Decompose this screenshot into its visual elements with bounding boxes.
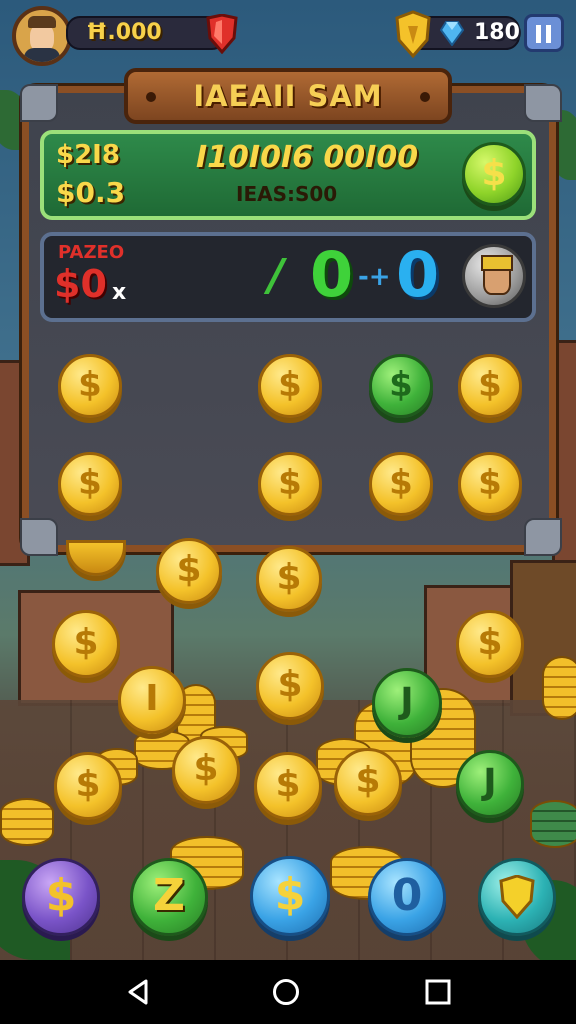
blue-zero-button[interactable]: 0 bbox=[368, 858, 446, 936]
gold-coin[interactable]: $ bbox=[58, 354, 122, 418]
gold-coin[interactable]: $ bbox=[58, 452, 122, 516]
coin-symbol: $ bbox=[278, 463, 302, 503]
coin-balance-pill: Ħ.000 bbox=[66, 16, 226, 50]
bank-big-number: I10I0I6 00I00 bbox=[196, 140, 419, 175]
coin-symbol: $ bbox=[389, 463, 413, 503]
frame-corner bbox=[20, 518, 58, 556]
match-multiplier: x bbox=[112, 280, 127, 305]
green-coin[interactable]: J bbox=[456, 750, 524, 818]
gold-coin[interactable]: $ bbox=[456, 610, 524, 678]
green-coin[interactable]: J bbox=[372, 668, 442, 738]
match-operator: -+ bbox=[358, 262, 391, 292]
match-left-value: 0 bbox=[310, 238, 354, 311]
match-amount: $0 bbox=[54, 262, 107, 306]
coin-symbol: $ bbox=[478, 365, 502, 405]
bank-line-2: $0.3 bbox=[56, 176, 126, 209]
button-label: Z bbox=[153, 870, 185, 921]
purple-dollar-button[interactable]: $ bbox=[22, 858, 100, 936]
gold-coin[interactable]: $ bbox=[258, 452, 322, 516]
coin-symbol: $ bbox=[276, 557, 302, 598]
coin-symbol: $ bbox=[477, 622, 503, 663]
coin-symbol: $ bbox=[78, 463, 102, 503]
match-label: PAZEO bbox=[58, 242, 125, 263]
board-title: IAEAII SAM bbox=[193, 79, 383, 113]
green-z-button[interactable]: Z bbox=[130, 858, 208, 936]
coin-symbol: I bbox=[145, 678, 159, 719]
opponent-hair bbox=[481, 255, 513, 271]
coin-symbol: $ bbox=[73, 622, 99, 663]
back-icon[interactable] bbox=[124, 978, 152, 1006]
button-label: $ bbox=[274, 869, 306, 920]
opponent-avatar-icon[interactable] bbox=[462, 244, 526, 308]
blue-dollar-button[interactable]: $ bbox=[250, 856, 330, 936]
coin-stack bbox=[530, 800, 576, 848]
coin-symbol: $ bbox=[478, 463, 502, 503]
gold-coin[interactable]: $ bbox=[156, 538, 222, 604]
coin-symbol: J bbox=[400, 681, 414, 722]
gold-coin[interactable]: $ bbox=[52, 610, 120, 678]
pause-icon bbox=[536, 25, 552, 43]
match-slash: / bbox=[268, 250, 285, 301]
coin-symbol: $ bbox=[176, 549, 202, 590]
gold-coin[interactable]: $ bbox=[54, 752, 122, 820]
gold-coin[interactable]: I bbox=[118, 666, 186, 734]
rivet bbox=[146, 92, 156, 102]
coin-symbol: $ bbox=[389, 365, 413, 405]
shield-icon bbox=[499, 874, 535, 920]
bank-line-1: $2I8 bbox=[56, 140, 120, 170]
coin-symbol: $ bbox=[193, 748, 219, 789]
gold-coin[interactable]: $ bbox=[256, 546, 322, 612]
coin-symbol: $ bbox=[78, 365, 102, 405]
coin-symbol: J bbox=[483, 762, 497, 803]
gold-coin[interactable]: $ bbox=[458, 452, 522, 516]
gold-coin[interactable]: $ bbox=[369, 452, 433, 516]
blue-gem-icon bbox=[439, 20, 465, 47]
frame-corner bbox=[524, 518, 562, 556]
coin-symbol: $ bbox=[277, 664, 303, 705]
gold-coin[interactable]: $ bbox=[258, 354, 322, 418]
button-label: 0 bbox=[391, 870, 423, 921]
gold-coin[interactable]: $ bbox=[458, 354, 522, 418]
dollar-coin-icon[interactable]: $ bbox=[462, 142, 526, 206]
home-icon[interactable] bbox=[272, 978, 300, 1006]
recents-icon[interactable] bbox=[424, 978, 452, 1006]
coin-balance: Ħ.000 bbox=[86, 20, 162, 45]
bank-panel: $2I8 $0.3 I10I0I6 00I00 IEAS:S00 $ bbox=[40, 130, 536, 220]
avatar-hair bbox=[28, 16, 56, 28]
player-avatar[interactable] bbox=[12, 6, 72, 66]
pause-button[interactable] bbox=[524, 14, 564, 52]
rivet bbox=[420, 92, 430, 102]
coin-symbol: $ bbox=[275, 764, 301, 805]
green-coin[interactable]: $ bbox=[369, 354, 433, 418]
button-label: $ bbox=[45, 870, 77, 921]
frame-corner bbox=[524, 84, 562, 122]
pause-bar bbox=[536, 25, 541, 43]
gem-balance: 180 bbox=[474, 20, 520, 45]
match-panel: PAZEO $0 x / 0 -+ 0 bbox=[40, 232, 536, 322]
gold-coin[interactable]: $ bbox=[254, 752, 322, 820]
teal-shield-button[interactable] bbox=[478, 858, 556, 936]
title-plate: IAEAII SAM bbox=[124, 68, 452, 124]
coin-symbol: $ bbox=[355, 760, 381, 801]
coin-symbol: $ bbox=[481, 153, 507, 194]
gold-coin[interactable]: $ bbox=[334, 748, 402, 816]
pause-bar bbox=[546, 25, 551, 43]
gold-coin[interactable]: $ bbox=[172, 736, 240, 804]
gold-coin[interactable]: $ bbox=[256, 652, 324, 720]
navigation-bar bbox=[0, 960, 576, 1024]
coin-stack bbox=[542, 656, 576, 720]
frame-corner bbox=[20, 84, 58, 122]
ruby-shield-icon[interactable] bbox=[204, 13, 240, 55]
coin-symbol: $ bbox=[278, 365, 302, 405]
bank-sub-label: IEAS:S00 bbox=[236, 182, 338, 206]
match-right-value: 0 bbox=[396, 238, 440, 311]
coin-symbol: $ bbox=[75, 764, 101, 805]
gold-shield-icon[interactable] bbox=[392, 10, 434, 59]
coin-stack bbox=[0, 798, 54, 846]
